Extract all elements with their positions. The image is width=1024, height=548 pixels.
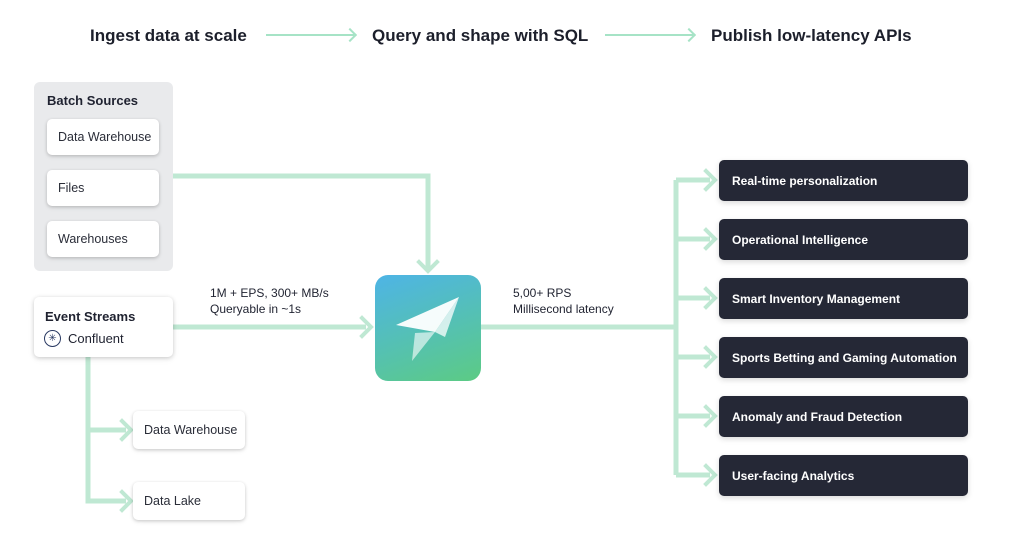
usecase-operational-intelligence[interactable]: Operational Intelligence <box>719 219 968 260</box>
ingest-throughput: 1M + EPS, 300+ MB/s <box>210 286 329 300</box>
ingest-latency: Queryable in ~1s <box>210 302 302 316</box>
engine-logo <box>375 275 481 381</box>
confluent-label: Confluent <box>68 331 124 346</box>
usecase-branches-line <box>676 177 710 478</box>
event-streams-box[interactable]: Event Streams ✳ Confluent <box>34 297 173 357</box>
batch-sources-title: Batch Sources <box>47 93 139 108</box>
api-metrics: 5,00+ RPS Millisecond latency <box>513 285 614 317</box>
batch-source-files[interactable]: Files <box>47 170 159 206</box>
api-latency: Millisecond latency <box>513 302 614 316</box>
usecase-anomaly-fraud[interactable]: Anomaly and Fraud Detection <box>719 396 968 437</box>
batch-sources-group: Batch Sources Data Warehouse Files Wareh… <box>34 82 173 271</box>
ingest-metrics: 1M + EPS, 300+ MB/s Queryable in ~1s <box>210 285 329 317</box>
batch-source-warehouses[interactable]: Warehouses <box>47 221 159 257</box>
confluent-icon: ✳ <box>44 330 61 347</box>
sink-data-lake[interactable]: Data Lake <box>133 482 245 520</box>
sink-data-warehouse[interactable]: Data Warehouse <box>133 411 245 449</box>
usecase-realtime-personalization[interactable]: Real-time personalization <box>719 160 968 201</box>
usecase-sports-betting[interactable]: Sports Betting and Gaming Automation <box>719 337 968 378</box>
usecase-smart-inventory[interactable]: Smart Inventory Management <box>719 278 968 319</box>
paper-plane-bird-logo-icon <box>396 297 459 361</box>
batch-source-data-warehouse[interactable]: Data Warehouse <box>47 119 159 155</box>
api-throughput: 5,00+ RPS <box>513 286 572 300</box>
event-streams-title: Event Streams <box>45 309 136 324</box>
confluent-source: ✳ Confluent <box>44 330 124 347</box>
batch-to-engine-line <box>173 173 431 268</box>
usecase-user-facing-analytics[interactable]: User-facing Analytics <box>719 455 968 496</box>
event-to-sinks-line <box>85 357 126 504</box>
